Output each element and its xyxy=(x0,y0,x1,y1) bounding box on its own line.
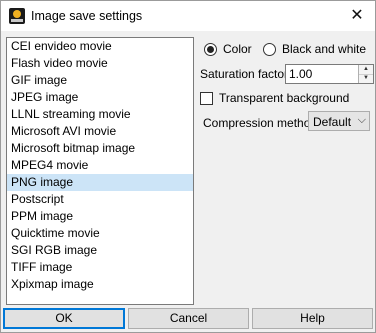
transparent-label: Transparent background xyxy=(219,91,350,105)
saturation-value[interactable]: 1.00 xyxy=(289,67,312,81)
app-icon xyxy=(9,8,25,24)
list-item[interactable]: PPM image xyxy=(7,208,193,225)
list-item[interactable]: GIF image xyxy=(7,72,193,89)
list-item[interactable]: SGI RGB image xyxy=(7,242,193,259)
list-item[interactable]: Microsoft AVI movie xyxy=(7,123,193,140)
chevron-down-icon: ⌵ xyxy=(357,114,366,126)
saturation-spinbox[interactable]: 1.00 ▲ ▼ xyxy=(285,64,374,84)
window-title: Image save settings xyxy=(31,9,143,23)
bw-radio-label: Black and white xyxy=(282,42,367,56)
help-button[interactable]: Help xyxy=(252,308,373,329)
compression-value: Default xyxy=(313,115,352,129)
list-item[interactable]: Microsoft bitmap image xyxy=(7,140,193,157)
format-list[interactable]: CEI envideo movie Flash video movie GIF im… xyxy=(6,37,194,305)
image-save-settings-dialog: Image save settings ✕ CEI envideo movie F… xyxy=(0,0,376,333)
list-item[interactable]: Xpixmap image xyxy=(7,276,193,293)
list-item[interactable]: TIFF image xyxy=(7,259,193,276)
compression-select[interactable]: Default ⌵ xyxy=(308,111,370,131)
compression-label: Compression method xyxy=(203,116,318,130)
transparent-checkbox[interactable] xyxy=(200,91,213,105)
color-radio-label: Color xyxy=(223,42,252,56)
spin-buttons: ▲ ▼ xyxy=(358,65,373,83)
list-item[interactable]: PNG image xyxy=(7,174,193,191)
spin-down-icon[interactable]: ▼ xyxy=(359,74,373,83)
list-item[interactable]: MPEG4 movie xyxy=(7,157,193,174)
title-bar: Image save settings ✕ xyxy=(1,1,375,31)
color-radio-option[interactable]: Color xyxy=(204,41,252,57)
transparent-option[interactable]: Transparent background xyxy=(200,90,349,106)
ok-button[interactable]: OK xyxy=(3,308,125,329)
bw-radio-option[interactable]: Black and white xyxy=(263,41,366,57)
list-item[interactable]: LLNL streaming movie xyxy=(7,106,193,123)
list-item[interactable]: Quicktime movie xyxy=(7,225,193,242)
cancel-button[interactable]: Cancel xyxy=(128,308,249,329)
list-item[interactable]: JPEG image xyxy=(7,89,193,106)
list-item[interactable]: CEI envideo movie xyxy=(7,38,193,55)
close-icon[interactable]: ✕ xyxy=(345,4,369,28)
list-item[interactable]: Postscript xyxy=(7,191,193,208)
color-radio[interactable] xyxy=(204,42,217,56)
saturation-label: Saturation factor xyxy=(200,67,289,81)
black-and-white-radio[interactable] xyxy=(263,42,276,56)
list-item[interactable]: Flash video movie xyxy=(7,55,193,72)
